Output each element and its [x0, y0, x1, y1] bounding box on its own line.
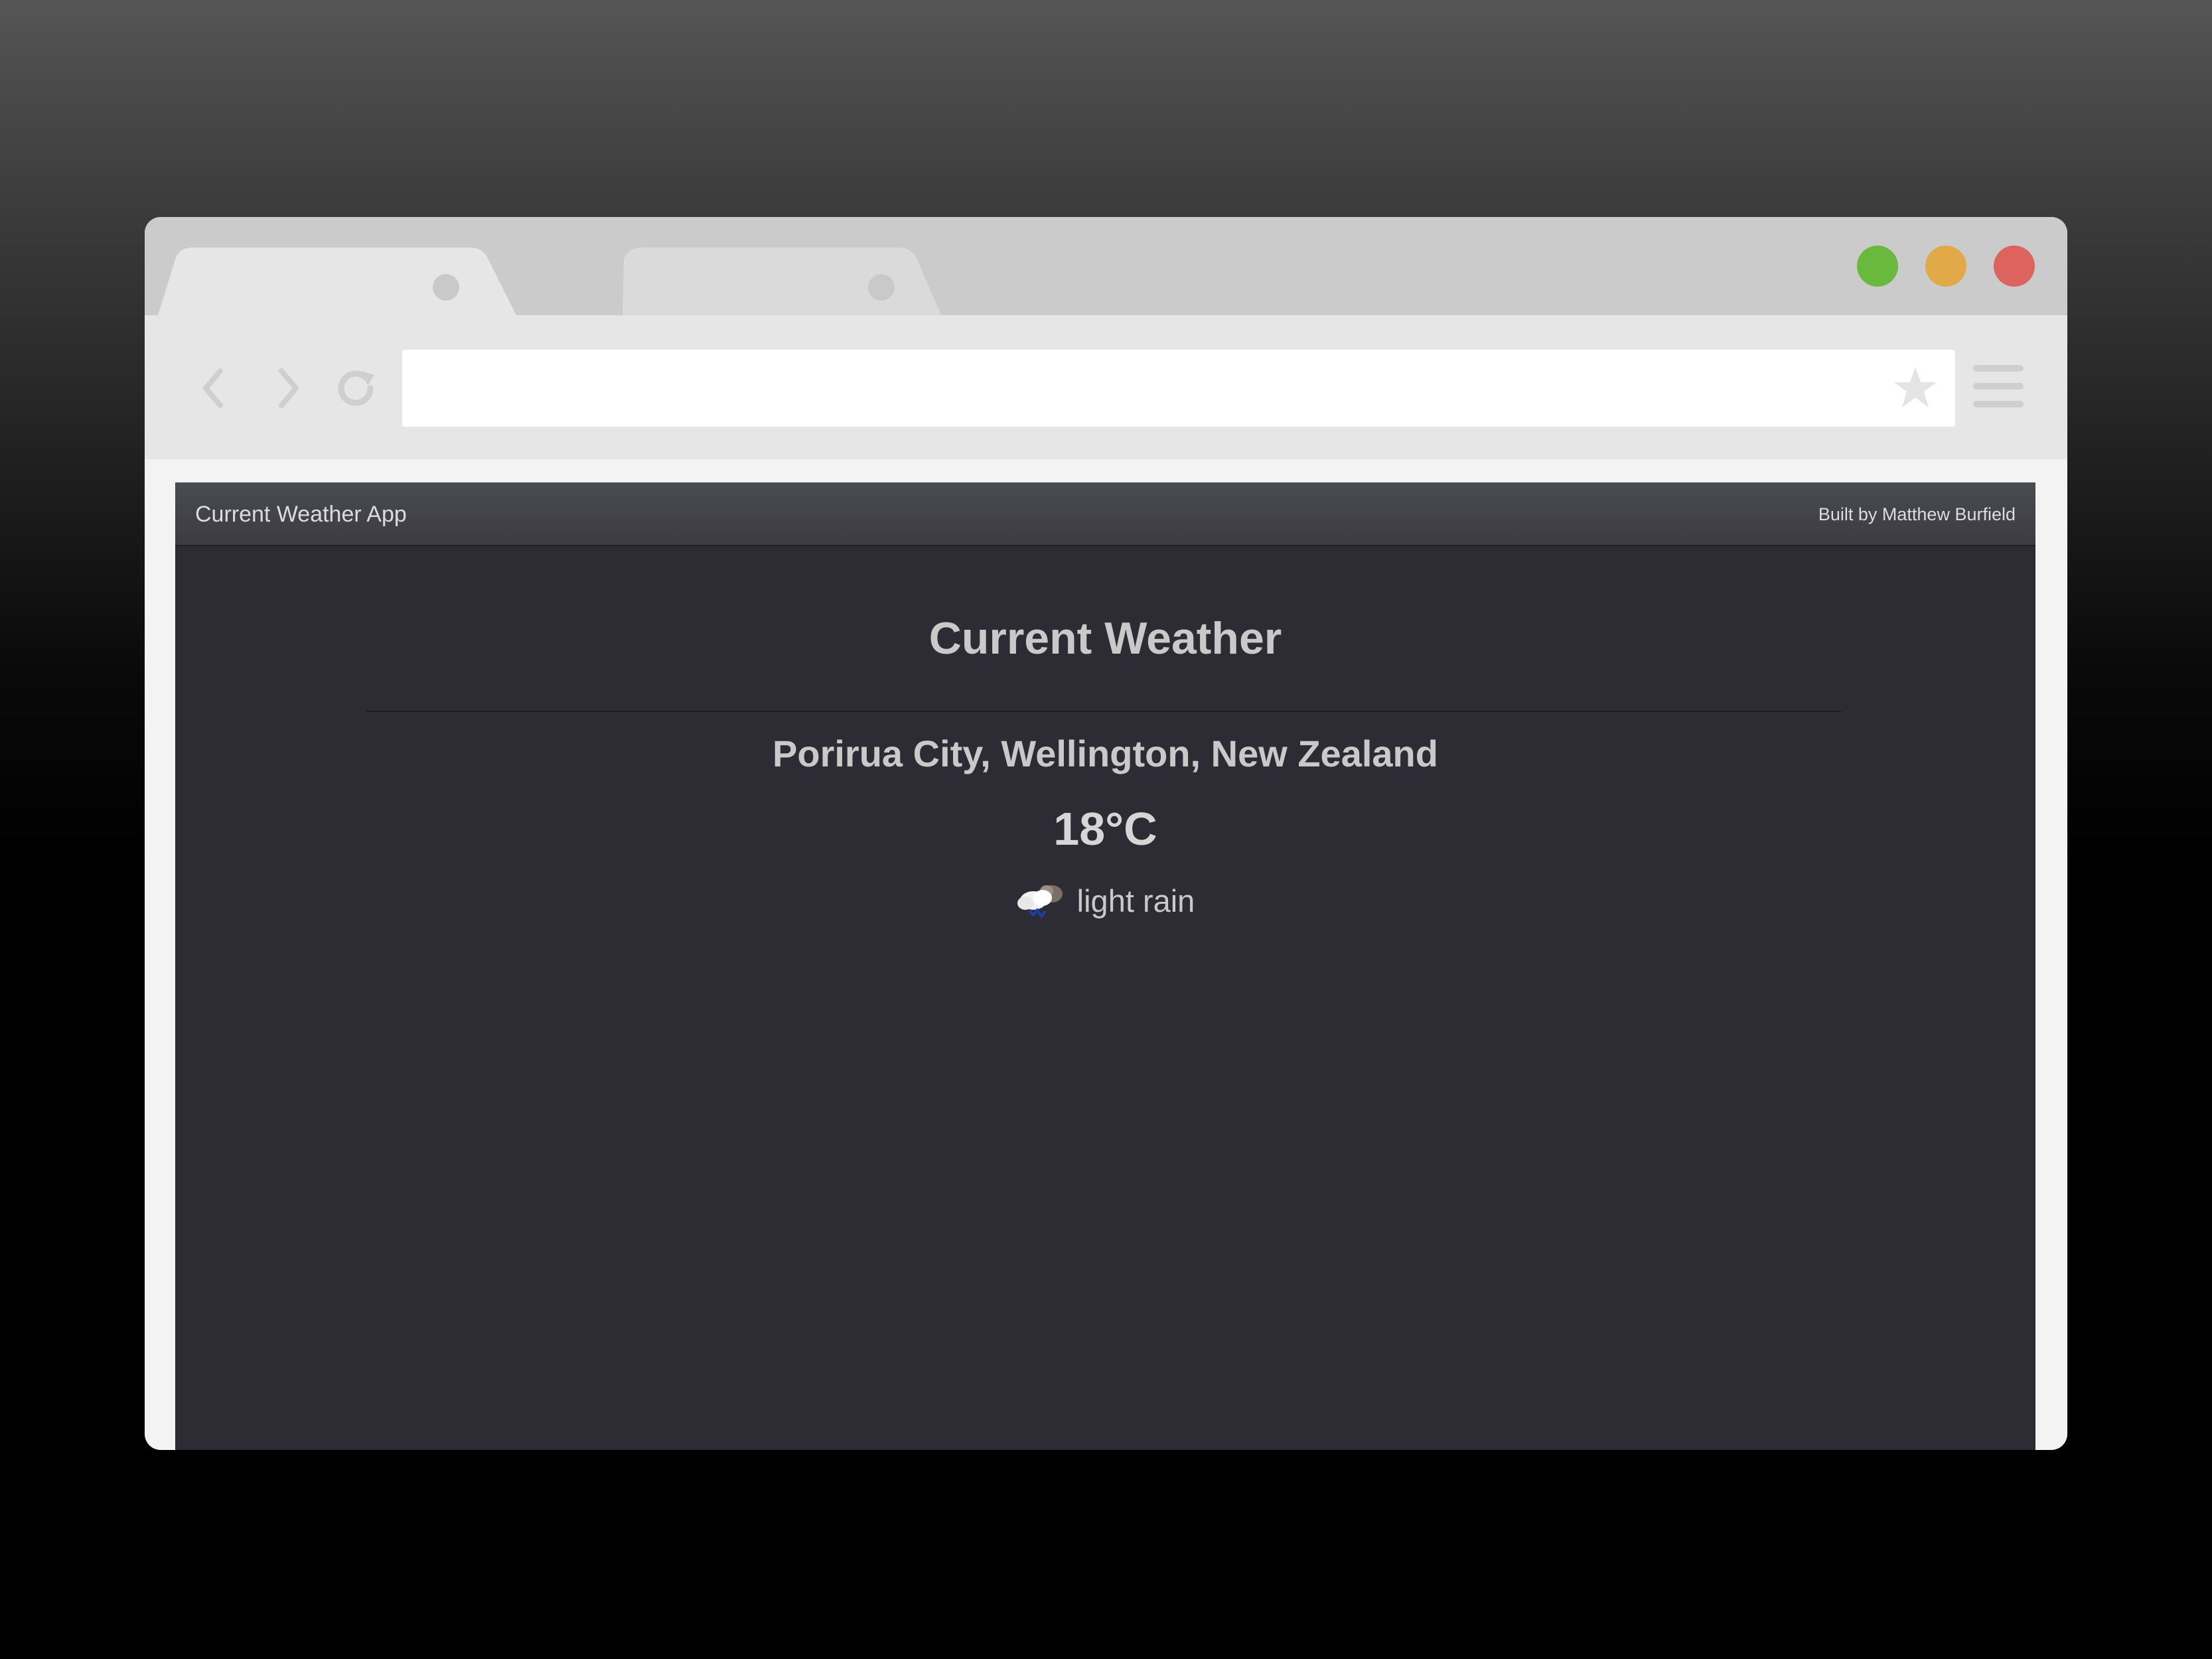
browser-tab-active[interactable] — [158, 248, 516, 315]
tab-close-icon[interactable] — [868, 274, 895, 301]
app-brand-link[interactable]: Current Weather App — [195, 482, 407, 546]
cloud-rain-icon — [1017, 885, 1063, 918]
window-close-button[interactable] — [1994, 246, 2035, 287]
tab-strip — [145, 217, 2067, 315]
bookmark-star-icon[interactable] — [1890, 363, 1941, 413]
browser-window: Current Weather App Built by Matthew Bur… — [145, 217, 2067, 1450]
app-navbar: Current Weather App Built by Matthew Bur… — [175, 482, 2035, 546]
window-maximize-button[interactable] — [1857, 246, 1898, 287]
author-credit: Built by Matthew Burfield — [1818, 504, 2016, 524]
weather-condition: light rain — [175, 881, 2035, 920]
address-bar[interactable] — [402, 350, 1955, 427]
hamburger-icon-line — [1973, 383, 2024, 390]
page-title: Current Weather — [928, 613, 1282, 664]
chevron-left-icon — [203, 368, 223, 408]
temperature-value: 18°C — [1053, 803, 1157, 855]
window-minimize-button[interactable] — [1925, 246, 1966, 287]
back-button[interactable] — [191, 362, 244, 415]
hamburger-icon-line — [1973, 401, 2024, 407]
tab-close-icon[interactable] — [433, 274, 459, 301]
page-viewport: Current Weather App Built by Matthew Bur… — [175, 482, 2035, 1450]
menu-button[interactable] — [1973, 365, 2024, 410]
location-name: Porirua City, Wellington, New Zealand — [773, 733, 1438, 774]
hamburger-icon — [1973, 365, 2024, 372]
divider — [366, 711, 1842, 712]
reload-button[interactable] — [329, 362, 382, 415]
chevron-right-icon — [279, 368, 299, 408]
browser-toolbar — [145, 315, 2067, 459]
forward-button[interactable] — [261, 362, 315, 415]
condition-text: light rain — [1076, 883, 1195, 918]
browser-tab-inactive[interactable] — [477, 248, 941, 315]
reload-icon — [338, 370, 374, 406]
